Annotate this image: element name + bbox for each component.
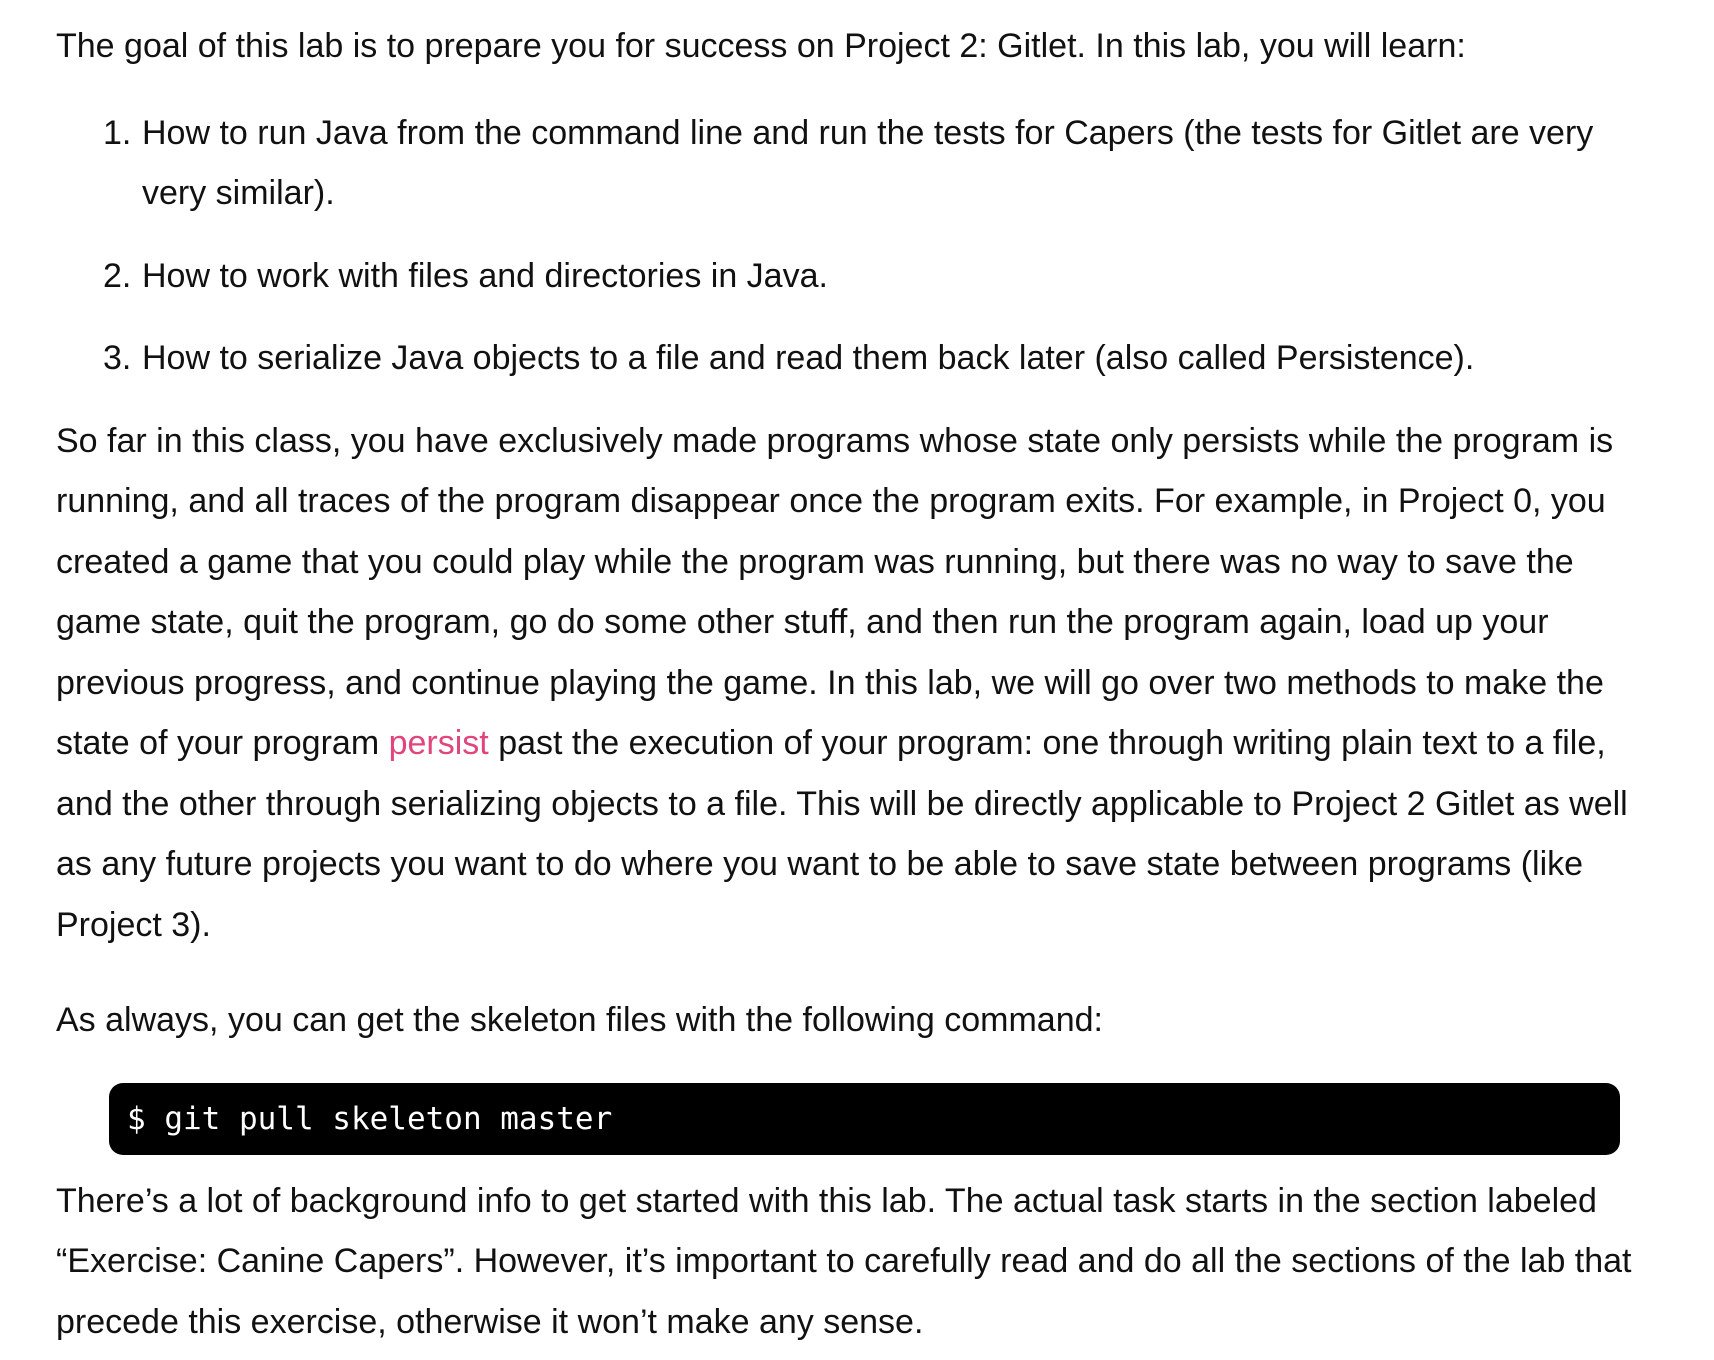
list-item-text: How to serialize Java objects to a file …	[142, 339, 1475, 377]
list-item: 3. How to serialize Java objects to a fi…	[56, 328, 1666, 389]
list-item-number: 3.	[103, 339, 132, 377]
persist-link[interactable]: persist	[389, 724, 489, 762]
list-item-number: 2.	[103, 256, 132, 295]
background-info-paragraph: There’s a lot of background info to get …	[56, 1181, 1632, 1341]
list-item-number: 1.	[103, 113, 132, 152]
list-item: 2. How to work with files and directorie…	[56, 246, 1666, 307]
skeleton-paragraph: As always, you can get the skeleton file…	[56, 1001, 1103, 1039]
list-item-text: How to run Java from the command line an…	[142, 113, 1594, 213]
learning-goals-list: 1. How to run Java from the command line…	[56, 103, 1666, 389]
list-item: 1. How to run Java from the command line…	[56, 103, 1666, 224]
paragraph-text: So far in this class, you have exclusive…	[56, 421, 1614, 763]
persistence-paragraph: So far in this class, you have exclusive…	[56, 411, 1666, 956]
command-code-block: $ git pull skeleton master	[109, 1082, 1620, 1155]
intro-paragraph: The goal of this lab is to prepare you f…	[56, 27, 1466, 65]
list-item-text: How to work with files and directories i…	[142, 256, 828, 295]
lab-content: The goal of this lab is to prepare you f…	[56, 16, 1666, 1352]
